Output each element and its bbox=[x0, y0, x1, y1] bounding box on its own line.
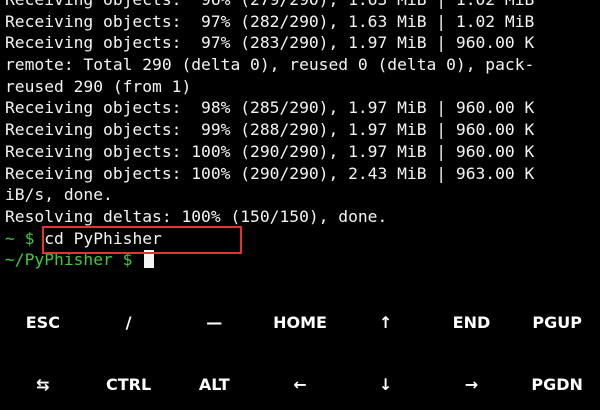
output-line: reused 290 (from 1) bbox=[5, 76, 192, 96]
output-line: Receiving objects: 98% (285/290), 1.97 M… bbox=[5, 98, 535, 118]
ctrl-key[interactable]: CTRL bbox=[86, 375, 172, 394]
alt-key[interactable]: ALT bbox=[171, 375, 257, 394]
end-key[interactable]: END bbox=[429, 313, 515, 332]
extra-keys-row-2: ⇆ CTRL ALT ← ↓ → PGDN bbox=[0, 358, 600, 410]
output-line: remote: Total 290 (delta 0), reused 0 (d… bbox=[5, 55, 535, 75]
command-prompt: ~ $ bbox=[5, 228, 45, 248]
home-key[interactable]: HOME bbox=[257, 313, 343, 332]
output-line: Receiving objects: 100% (290/290), 1.97 … bbox=[5, 141, 535, 161]
output-line: iB/s, done. bbox=[5, 185, 113, 205]
output-line: Receiving objects: 99% (288/290), 1.97 M… bbox=[5, 120, 535, 140]
arrow-right-key[interactable]: → bbox=[429, 375, 515, 394]
output-line: Receiving objects: 100% (290/290), 2.43 … bbox=[5, 163, 535, 183]
arrow-down-key[interactable]: ↓ bbox=[343, 375, 429, 394]
pgup-key[interactable]: PGUP bbox=[514, 313, 600, 332]
output-line: Receiving objects: 97% (282/290), 1.63 M… bbox=[5, 11, 535, 31]
arrow-up-key[interactable]: ↑ bbox=[343, 313, 429, 332]
output-line: Resolving deltas: 100% (150/150), done. bbox=[5, 206, 388, 226]
extra-keys-bar: ESC / — HOME ↑ END PGUP ⇆ CTRL ALT ← ↓ →… bbox=[0, 296, 600, 403]
output-line: Receiving objects: 96% (279/290), 1.63 M… bbox=[5, 0, 597, 11]
slash-key[interactable]: / bbox=[86, 313, 172, 332]
extra-keys-row-1: ESC / — HOME ↑ END PGUP bbox=[0, 296, 600, 348]
pgdn-key[interactable]: PGDN bbox=[514, 375, 600, 394]
dash-key[interactable]: — bbox=[171, 313, 257, 332]
command-highlight-box bbox=[42, 226, 242, 254]
tab-key[interactable]: ⇆ bbox=[0, 375, 86, 394]
output-line: Receiving objects: 97% (283/290), 1.97 M… bbox=[5, 33, 535, 53]
arrow-left-key[interactable]: ← bbox=[257, 375, 343, 394]
esc-key[interactable]: ESC bbox=[0, 313, 86, 332]
